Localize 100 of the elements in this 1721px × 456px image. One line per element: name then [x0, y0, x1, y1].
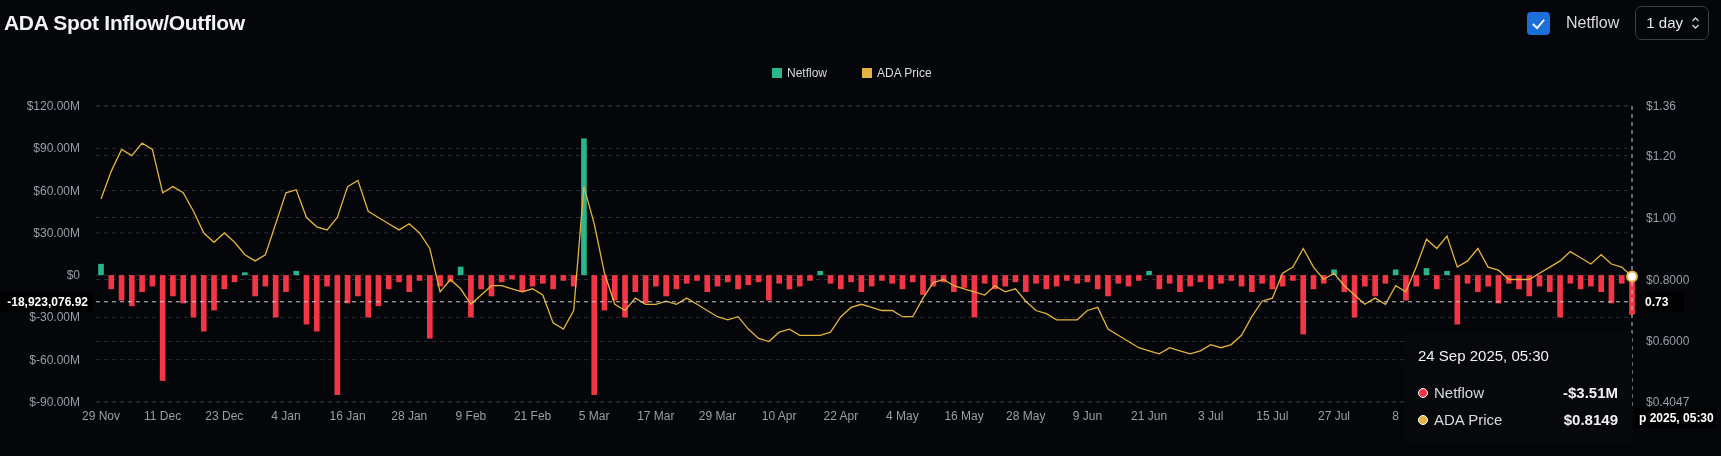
netflow-bar [889, 275, 895, 284]
netflow-bar [807, 275, 813, 281]
axis-label: $1.36 [1646, 99, 1677, 113]
netflow-bar [1526, 275, 1533, 297]
tooltip-date: 24 Sep 2025, 05:30 [1418, 346, 1550, 366]
netflow-bar [1423, 268, 1430, 276]
netflow-bar [909, 275, 916, 283]
netflow-bar [468, 275, 474, 318]
netflow-bar [344, 275, 351, 304]
crosshair-label: -18,923,076.92 [0, 291, 93, 312]
netflow-bar [1485, 275, 1491, 287]
axis-label: $0.4047 [1646, 395, 1690, 409]
netflow-bar [981, 275, 988, 284]
netflow-bar [1033, 275, 1039, 284]
axis-label: 9 Jun [1072, 409, 1103, 423]
netflow-bar [1392, 269, 1399, 276]
netflow-bar [1269, 275, 1276, 290]
netflow-bar [139, 275, 145, 293]
legend-label[interactable]: ADA Price [877, 66, 932, 80]
netflow-bar [108, 275, 115, 290]
netflow-bar [406, 275, 413, 293]
netflow-bar [540, 275, 546, 284]
netflow-bar [920, 275, 926, 295]
axis-label: 21 Feb [513, 409, 552, 423]
axis-label: $0 [66, 268, 80, 283]
netflow-bar [817, 270, 824, 276]
netflow-bar [437, 275, 443, 287]
netflow-bar [457, 266, 464, 276]
netflow-bar [766, 275, 772, 301]
netflow-bar [1249, 275, 1255, 293]
netflow-bar [1464, 275, 1471, 284]
netflow-bar [1567, 275, 1574, 284]
netflow-bar [488, 275, 495, 297]
netflow-bar [1320, 275, 1327, 284]
netflow-bar [180, 275, 187, 304]
netflow-bar [755, 275, 762, 283]
crosshair-label: p 2025, 05:30 [1634, 408, 1716, 428]
netflow-bar [252, 275, 258, 297]
netflow-bar [396, 275, 402, 283]
netflow-bar [632, 275, 639, 293]
netflow-bar [930, 275, 937, 287]
netflow-bar [1433, 275, 1440, 290]
axis-label: $0.6000 [1646, 334, 1690, 349]
netflow-bar [1002, 275, 1009, 287]
netflow-bar [1413, 275, 1420, 287]
netflow-bar [242, 272, 248, 276]
netflow-bar [1125, 275, 1132, 287]
netflow-bar [1279, 275, 1286, 287]
netflow-bar [1618, 275, 1625, 284]
axis-label: $-60.00M [29, 352, 80, 367]
axis-label: 22 Apr [823, 409, 859, 423]
axis-label: 27 Jul [1318, 409, 1351, 423]
axis-label: 16 Jan [329, 409, 366, 423]
legend-label[interactable]: Netflow [787, 66, 827, 80]
netflow-bar [509, 275, 515, 280]
netflow-bar [283, 275, 289, 293]
netflow-bar [1207, 275, 1214, 290]
netflow-bar [827, 275, 834, 284]
netflow-bar [1310, 275, 1317, 290]
hover-point [1626, 270, 1638, 283]
interval-select[interactable]: 1 day [1635, 5, 1709, 41]
netflow-bar [1259, 275, 1265, 284]
netflow-bar [447, 275, 454, 283]
netflow-bar [683, 275, 690, 284]
netflow-bar [1536, 275, 1543, 287]
axis-label: $1.00 [1646, 210, 1677, 225]
netflow-bar [427, 275, 433, 339]
netflow-bar [694, 275, 700, 281]
chart-title: ADA Spot Inflow/Outflow [4, 10, 245, 37]
axis-label: 23 Dec [205, 409, 244, 423]
axis-label: 4 Jan [271, 409, 301, 423]
netflow-checkbox[interactable] [1526, 11, 1550, 35]
netflow-bar [1444, 270, 1450, 276]
netflow-bar [1043, 275, 1050, 290]
netflow-bar [519, 275, 526, 293]
axis-label: $60.00M [33, 183, 80, 198]
netflow-bar [992, 275, 998, 290]
netflow-bar [1146, 270, 1152, 276]
netflow-bar [971, 275, 978, 318]
netflow-bar [642, 275, 649, 304]
axis-label: $-30.00M [29, 310, 80, 325]
axis-label: 28 May [1006, 409, 1046, 423]
netflow-bar [1300, 275, 1306, 335]
netflow-bar [1588, 275, 1594, 287]
axis-label: $90.00M [33, 141, 80, 156]
netflow-bar [1403, 275, 1409, 301]
netflow-bar [1064, 275, 1070, 281]
netflow-bar [365, 275, 371, 318]
netflow-bar [1454, 275, 1461, 325]
axis-label: 10 Apr [761, 409, 797, 423]
netflow-bar [1382, 275, 1389, 284]
netflow-bar [724, 275, 731, 283]
axis-label: 15 Jul [1256, 409, 1289, 423]
netflow-bar [231, 275, 238, 283]
netflow-bar [570, 275, 577, 287]
netflow-bar [879, 275, 885, 281]
axis-label: $1.20 [1646, 148, 1677, 163]
netflow-bar [1577, 275, 1584, 290]
netflow-bar [796, 275, 803, 287]
netflow-bar [1074, 275, 1080, 284]
